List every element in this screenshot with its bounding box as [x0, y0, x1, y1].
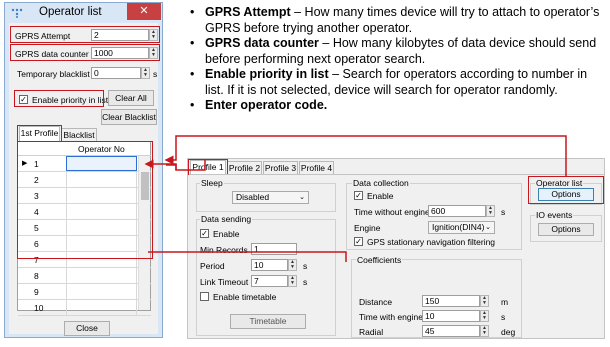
connector-grid-to-panel	[148, 251, 347, 262]
connector-options-to-dialog	[164, 135, 567, 176]
connector-profile-tab	[166, 160, 206, 171]
annotation-connectors	[144, 135, 567, 262]
